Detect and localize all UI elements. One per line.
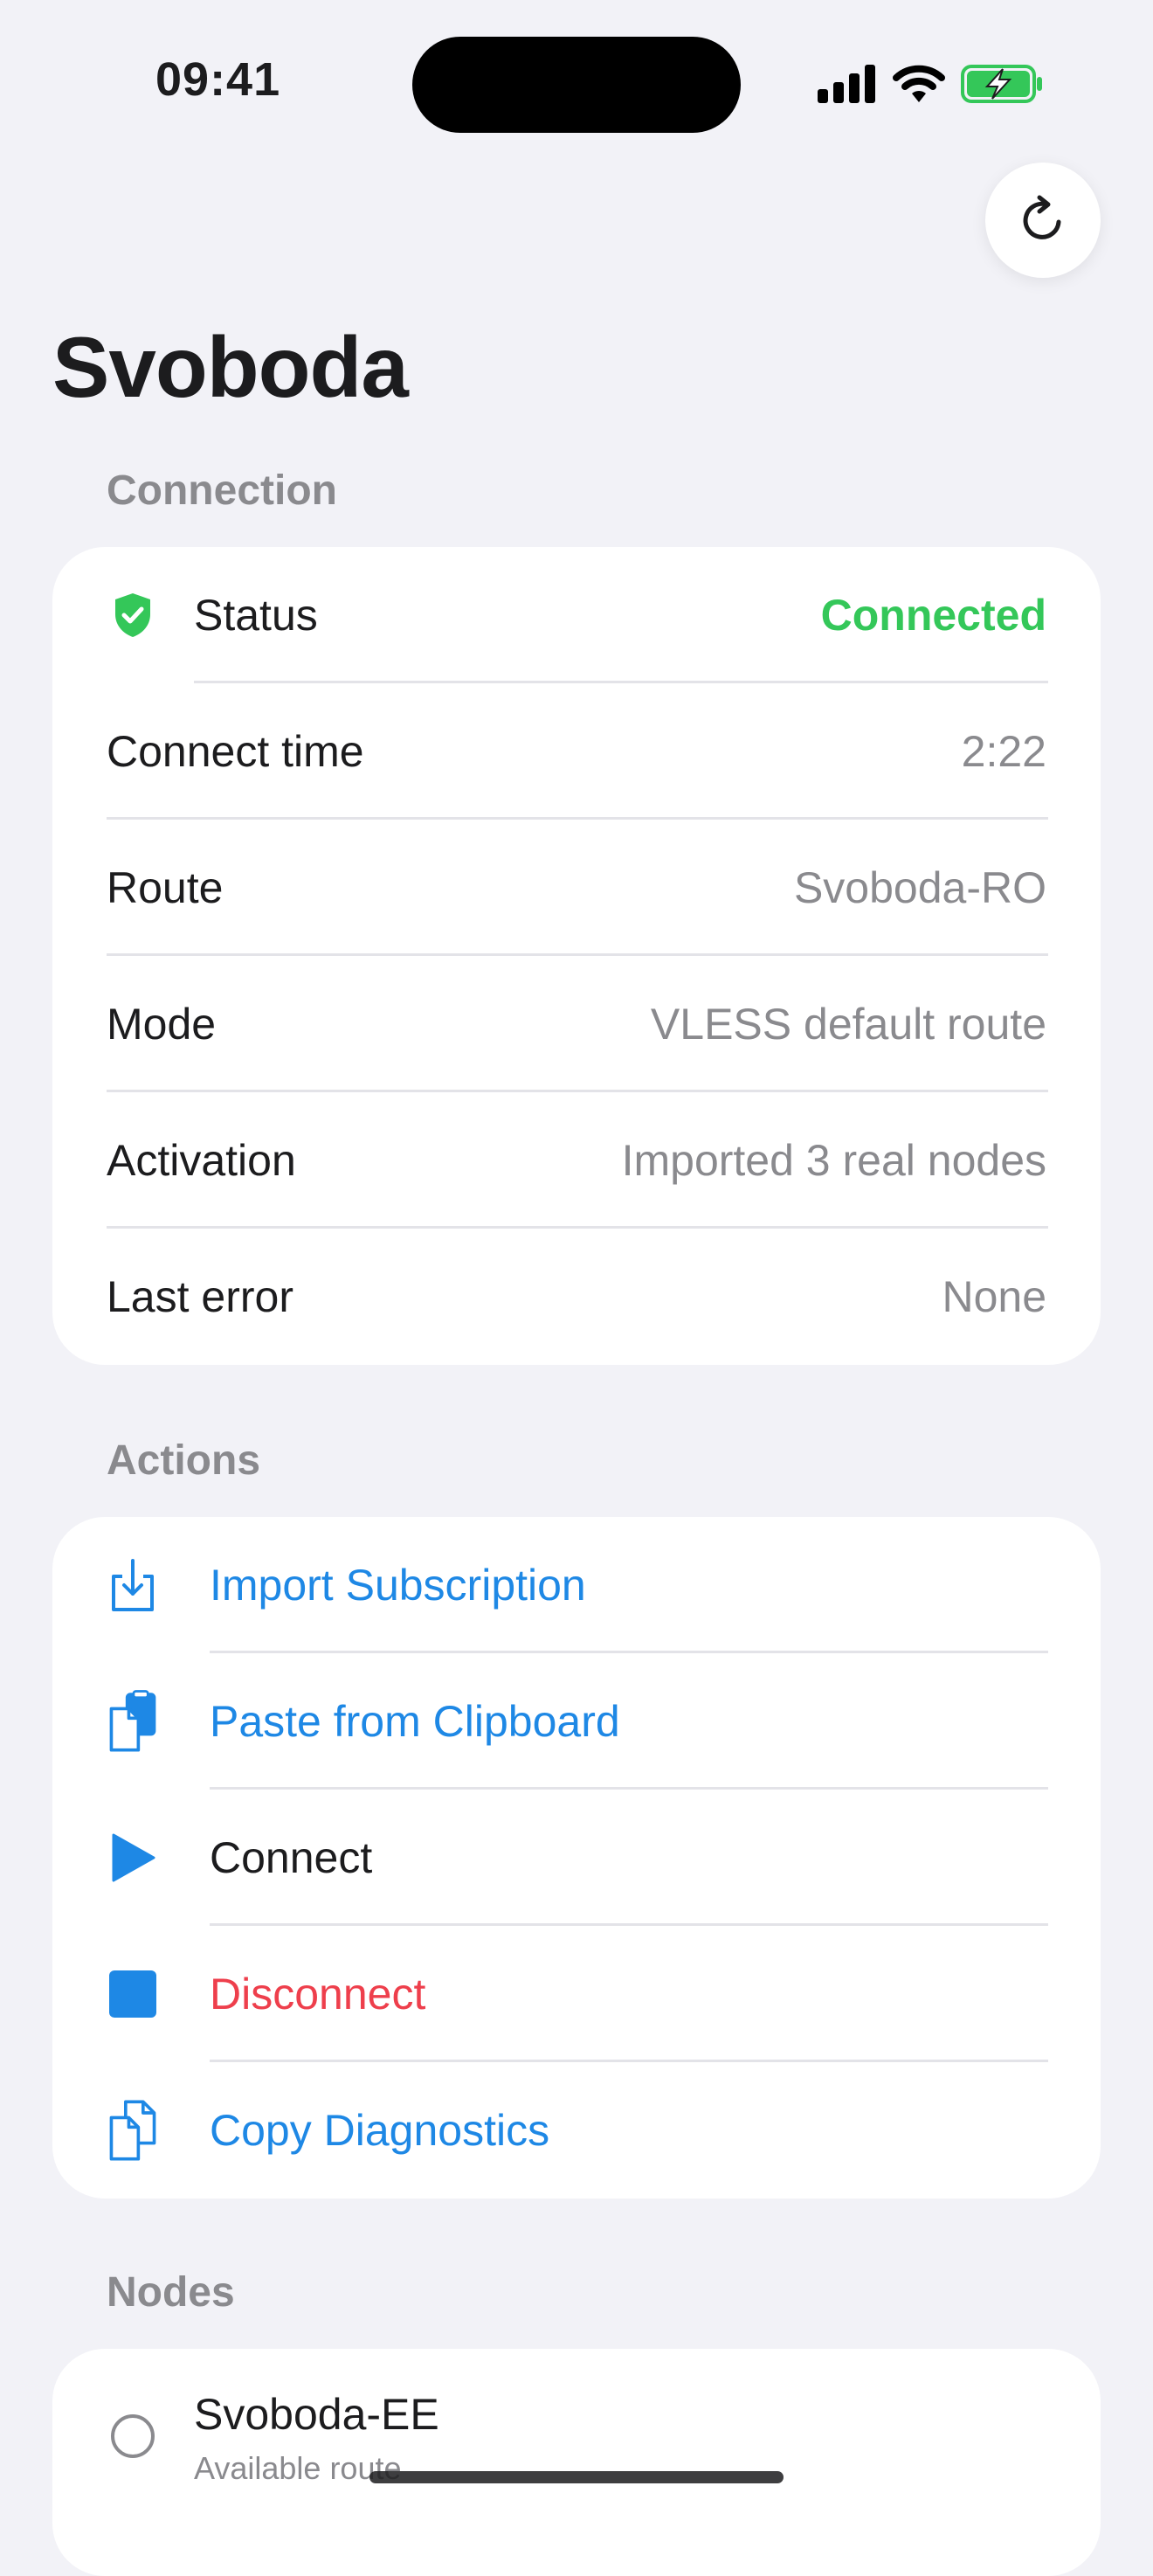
connect-label: Connect (210, 1833, 373, 1882)
stop-icon (107, 1968, 159, 2020)
connect-time-row: Connect time 2:22 (52, 683, 1101, 820)
status-value: Connected (820, 591, 1046, 640)
refresh-button[interactable] (985, 163, 1101, 278)
status-row: Status Connected (52, 547, 1101, 683)
import-icon (107, 1559, 159, 1611)
home-indicator (369, 2471, 784, 2483)
connect-time-label: Connect time (107, 727, 364, 776)
activation-row: Activation Imported 3 real nodes (52, 1092, 1101, 1229)
route-row: Route Svoboda-RO (52, 820, 1101, 956)
node-row-svoboda-ee[interactable]: Svoboda-EE Available route (52, 2349, 1101, 2524)
dynamic-island (412, 37, 741, 133)
mode-value: VLESS default route (650, 1000, 1046, 1049)
actions-card: Import Subscription Paste from Clipboard… (52, 1517, 1101, 2199)
last-error-row: Last error None (52, 1229, 1101, 1365)
radio-unselected-icon[interactable] (107, 2410, 159, 2462)
play-icon (107, 1832, 159, 1884)
last-error-label: Last error (107, 1272, 293, 1321)
connection-card: Status Connected Connect time 2:22 Route… (52, 547, 1101, 1365)
activation-value: Imported 3 real nodes (621, 1136, 1046, 1185)
mode-row: Mode VLESS default route (52, 956, 1101, 1092)
connect-button[interactable]: Connect (52, 1790, 1101, 1926)
mode-label: Mode (107, 1000, 217, 1049)
copy-documents-icon (107, 2100, 159, 2161)
signal-icon (818, 65, 875, 103)
battery-charging-icon (961, 65, 1042, 103)
last-error-value: None (942, 1272, 1046, 1321)
disconnect-label: Disconnect (210, 1970, 426, 2019)
nodes-section-header: Nodes (107, 2269, 235, 2316)
shield-check-icon (107, 589, 159, 641)
status-label: Status (194, 591, 318, 640)
disconnect-button[interactable]: Disconnect (52, 1926, 1101, 2062)
connection-section-header: Connection (107, 467, 337, 514)
refresh-icon (1023, 195, 1061, 239)
page-title: Svoboda (52, 319, 409, 415)
connect-time-value: 2:22 (961, 727, 1046, 776)
activation-label: Activation (107, 1136, 296, 1185)
clipboard-icon (107, 1690, 159, 1752)
status-bar: 09:41 (0, 0, 1153, 166)
paste-from-clipboard-label: Paste from Clipboard (210, 1697, 620, 1746)
copy-diagnostics-button[interactable]: Copy Diagnostics (52, 2062, 1101, 2199)
import-subscription-button[interactable]: Import Subscription (52, 1517, 1101, 1653)
copy-diagnostics-label: Copy Diagnostics (210, 2106, 550, 2155)
route-value: Svoboda-RO (793, 863, 1046, 912)
paste-from-clipboard-button[interactable]: Paste from Clipboard (52, 1653, 1101, 1790)
wifi-icon (893, 65, 945, 102)
status-time: 09:41 (155, 53, 281, 106)
import-subscription-label: Import Subscription (210, 1561, 586, 1610)
node-name: Svoboda-EE (194, 2390, 439, 2439)
nodes-card: Svoboda-EE Available route (52, 2349, 1101, 2576)
route-label: Route (107, 863, 224, 912)
actions-section-header: Actions (107, 1437, 261, 1484)
status-icons (816, 61, 1045, 107)
